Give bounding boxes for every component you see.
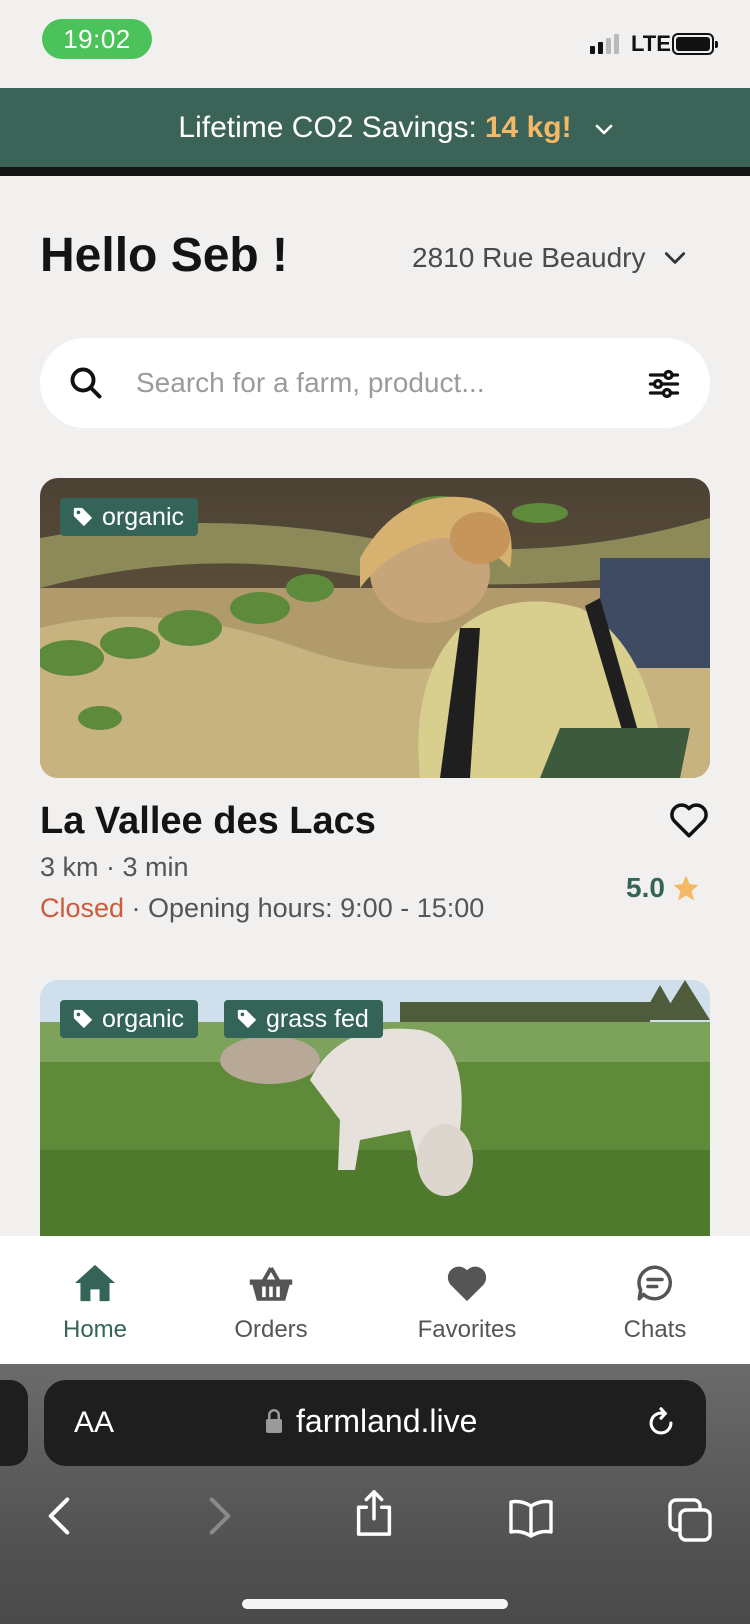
search-bar[interactable]: Search for a farm, product... xyxy=(40,338,710,428)
lock-icon xyxy=(266,1409,282,1433)
home-indicator xyxy=(242,1599,508,1609)
chat-icon xyxy=(637,1265,672,1301)
network-type: LTE xyxy=(631,31,671,56)
tag-label: organic xyxy=(102,1004,184,1033)
chevron-down-icon xyxy=(664,252,685,264)
previous-tab[interactable] xyxy=(0,1380,28,1466)
star-icon xyxy=(673,875,699,901)
farm-photo[interactable]: organic grass fed xyxy=(40,980,710,1240)
home-icon xyxy=(75,1264,115,1302)
closed-label: Closed xyxy=(40,893,125,923)
tab-orders[interactable]: Orders xyxy=(191,1236,351,1364)
rating-value: 5.0 xyxy=(626,872,665,903)
reload-icon[interactable] xyxy=(644,1406,678,1440)
status-bar: 19:02 LTE xyxy=(0,0,750,88)
address-label: 2810 Rue Beaudry xyxy=(412,242,646,273)
search-icon xyxy=(70,367,102,399)
tag-badge: organic xyxy=(60,498,198,536)
tag-badge: organic xyxy=(60,1000,198,1038)
battery-icon xyxy=(672,33,718,55)
tab-favorites[interactable]: Favorites xyxy=(387,1236,547,1364)
tab-chats[interactable]: Chats xyxy=(575,1236,735,1364)
tag-label: organic xyxy=(102,502,184,531)
tabs-icon[interactable] xyxy=(668,1498,712,1542)
tab-label: Home xyxy=(62,1316,128,1343)
tag-icon xyxy=(237,1009,257,1029)
bottom-nav: Home Orders Favorites Chats xyxy=(0,1236,750,1364)
farm-rating: 5.0 xyxy=(626,872,701,904)
forward-icon[interactable] xyxy=(205,1494,235,1538)
greeting-title: Hello Seb ! xyxy=(40,229,289,282)
bookmarks-icon[interactable] xyxy=(507,1498,555,1538)
farm-distance: 3 km · 3 min xyxy=(40,852,189,882)
chevron-down-icon[interactable] xyxy=(592,118,616,142)
filter-icon[interactable] xyxy=(646,366,682,402)
tag-icon xyxy=(73,1009,93,1029)
back-icon[interactable] xyxy=(44,1494,74,1538)
tag-badge: grass fed xyxy=(224,1000,383,1038)
heart-icon xyxy=(447,1266,487,1302)
co2-amount: 14 kg! xyxy=(484,110,572,144)
co2-savings-banner[interactable]: Lifetime CO2 Savings: 14 kg! xyxy=(0,88,750,176)
farm-status: Closed · Opening hours: 9:00 - 15:00 xyxy=(40,893,484,924)
tag-icon xyxy=(73,507,93,527)
tag-label: grass fed xyxy=(266,1004,369,1033)
tab-label: Orders xyxy=(234,1316,308,1343)
basket-icon xyxy=(249,1267,293,1301)
tab-home[interactable]: Home xyxy=(15,1236,175,1364)
farm-name[interactable]: La Vallee des Lacs xyxy=(40,800,376,843)
text-size-button[interactable]: AA xyxy=(74,1406,114,1440)
tab-label: Favorites xyxy=(417,1316,517,1343)
share-icon[interactable] xyxy=(354,1488,394,1538)
co2-label: Lifetime CO2 Savings: xyxy=(178,110,477,144)
farm-photo[interactable]: organic xyxy=(40,478,710,778)
signal-icon xyxy=(590,34,619,54)
status-time: 19:02 xyxy=(42,19,152,59)
address-bar[interactable]: AA farmland.live xyxy=(44,1380,706,1466)
address-selector[interactable]: 2810 Rue Beaudry xyxy=(412,242,688,274)
search-input[interactable]: Search for a farm, product... xyxy=(136,367,485,399)
url-text[interactable]: farmland.live xyxy=(296,1403,477,1440)
browser-chrome: AA farmland.live xyxy=(0,1364,750,1624)
heart-outline-icon[interactable] xyxy=(668,800,710,840)
tab-label: Chats xyxy=(623,1316,687,1343)
opening-hours: · Opening hours: 9:00 - 15:00 xyxy=(124,893,485,923)
